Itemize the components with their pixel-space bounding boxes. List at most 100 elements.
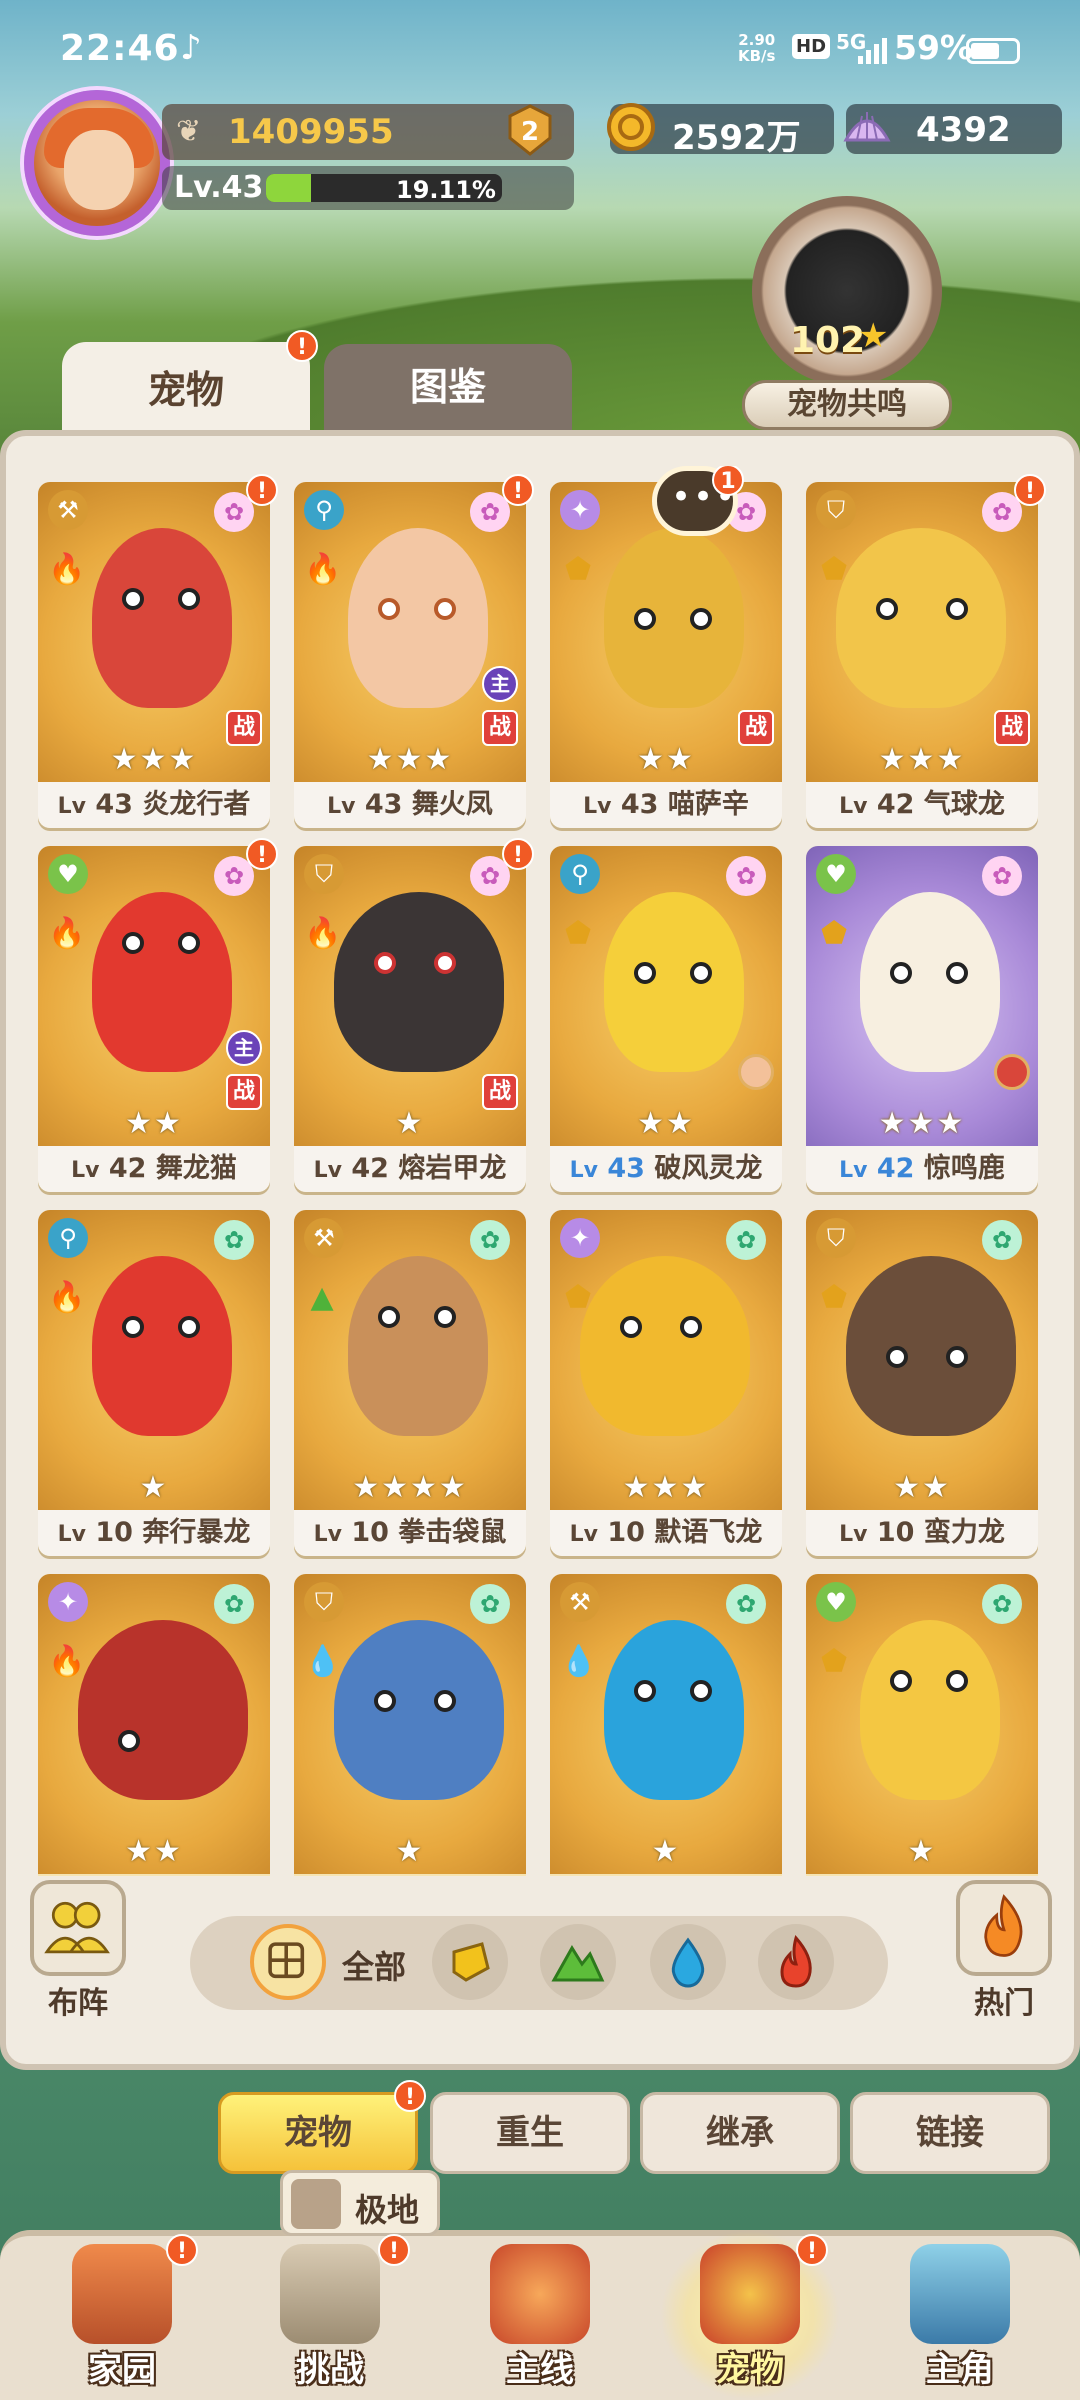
polar-tooltip[interactable]: 极地 [280,2170,440,2236]
battery-percent: 59% [894,28,973,67]
pet-level: 10 [607,1517,645,1548]
pickaxe-icon: ⚒ [304,1218,344,1258]
fire-icon: 🔥 [48,552,86,587]
shield-icon: ⛉ [816,490,856,530]
pet-card[interactable]: ⚒ ▲ ✿ ★★★★ Lv 10 拳击袋鼠 [294,1210,526,1556]
pet-card[interactable]: ✦ ⬟ ✿ 战 ★★ Lv 43 喵萨辛 [550,482,782,828]
tab-codex[interactable]: 图鉴 [324,344,572,430]
pet-card[interactable]: ⛉ 🔥 ✿! 战 ★ Lv 42 熔岩甲龙 [294,838,534,1192]
battle-tag: 战 [994,710,1030,746]
filter-all-button[interactable] [250,1924,326,2000]
pet-level: 43 [364,789,403,820]
pet-card[interactable]: ♥ 🔥 ✿! 主 战 ★★ Lv 42 舞龙猫 [38,838,278,1192]
net-speed-unit: KB/s [738,47,776,65]
main-line-icon [490,2244,590,2344]
pet-level: 43 [95,789,133,820]
nav-hero[interactable]: 主角 [890,2240,1030,2390]
player-avatar[interactable] [24,90,170,236]
lv-prefix: Lv [839,794,868,819]
pet-card[interactable]: ⚒ 💧 ✿ ★ [550,1574,782,1876]
nav-home-label: 家园 [88,2350,156,2390]
tooltip-label: 极地 [355,2191,420,2229]
gold-currency[interactable]: 2592万 [607,103,834,158]
water-icon [671,1937,705,1988]
pet-label: Lv 42 舞龙猫 [38,1146,270,1192]
battery-icon [966,38,1020,64]
lv-prefix: Lv [569,1158,598,1183]
shield-icon: ⛉ [816,1218,856,1258]
wings-icon: ❦ [176,114,202,149]
pet-name: 炎龙行者 [142,789,251,820]
pet-card[interactable]: ⛉ ⬟ ✿ ★★ Lv 10 蛮力龙 [806,1210,1038,1556]
lineup-button[interactable] [30,1880,126,1976]
pet-card[interactable]: ♥ ⬟ ✿ ★ [806,1574,1038,1876]
subtab-rebirth[interactable]: 重生 [430,2092,630,2174]
pet-resonance-button[interactable]: 102 ★ 宠物共鸣 [740,196,954,432]
subtab-inherit[interactable]: 继承 [640,2092,840,2174]
power-value: 1409955 [228,112,394,152]
nav-main-line[interactable]: 主线 [470,2240,610,2390]
heart-icon: ♥ [816,854,856,894]
star-rating: ★ [395,1106,425,1141]
player-level: Lv.43 [174,170,264,205]
pet-card[interactable]: ⚒ 🔥 ✿! 战 ★★★ Lv 43 炎龙行者 [38,474,278,828]
filter-grass-button[interactable] [540,1924,616,2000]
star-rating: ★ [139,1470,169,1505]
filter-water-button[interactable] [650,1924,726,2000]
notification-badge: ! [502,838,534,870]
pet-grid[interactable]: ⚒ 🔥 ✿! 战 ★★★ Lv 43 炎龙行者 ⚲ 🔥 ✿! 主 战 ★★★ Lv … [22,466,1062,1876]
nav-hero-label: 主角 [926,2350,994,2390]
power-display[interactable]: ❦ 1409955 2 [162,104,574,160]
earth-icon: ⬟ [564,916,592,951]
filter-bar: 布阵 全部 热门 [0,1880,1080,2030]
nav-home[interactable]: 家园 ! [52,2234,198,2390]
lv-prefix: Lv [327,794,356,819]
shell-currency[interactable]: 4392 [843,104,1062,154]
subtab-link[interactable]: 链接 [850,2092,1050,2174]
grass-icon: ▲ [310,1280,334,1315]
pet-name: 气球龙 [923,789,1005,820]
pet-level: 10 [876,1517,915,1548]
net-speed: 2.90 KB/s [738,32,775,64]
grid-icon [268,1942,305,1979]
star-rating: ★★★ [622,1470,710,1505]
star-rating: ★★★ [110,742,198,777]
nav-pets[interactable]: 宠物 ! [660,2230,840,2400]
star-icon: ★ [858,316,889,356]
notification-badge: ! [246,474,278,506]
star-rating: ★★★ [878,742,966,777]
pet-card[interactable]: ⛉ ⬟ ✿! 战 ★★★ Lv 42 气球龙 [806,474,1046,828]
filter-earth-button[interactable] [432,1924,508,2000]
tab-pets[interactable]: 宠物 [62,342,310,438]
pet-card[interactable]: ⛉ 💧 ✿ ★ [294,1574,526,1876]
paw-icon: ✿ [726,1584,766,1624]
paw-icon: ✿ [214,1220,254,1260]
notification-badge: ! [796,2234,828,2266]
paw-icon: ✿ [726,856,766,896]
tiktok-icon: ♪ [180,28,202,68]
fire-icon: 🔥 [304,916,342,951]
pet-card[interactable]: ✦ ⬟ ✿ ★★★ Lv 10 默语飞龙 [550,1210,782,1556]
gem-icon: ✦ [560,490,600,530]
fire-icon: 🔥 [304,552,342,587]
pet-card[interactable]: ✦ 🔥 ✿ ★★ [38,1574,270,1876]
pet-name: 舞龙猫 [155,1153,237,1184]
hot-button[interactable] [956,1880,1052,1976]
filter-fire-button[interactable] [758,1924,834,2000]
pet-label: Lv 43 破风灵龙 [550,1146,782,1192]
filter-all-label[interactable]: 全部 [342,1942,406,1988]
pet-label: Lv 10 蛮力龙 [806,1510,1038,1556]
star-rating: ★★ [893,1470,951,1505]
paw-icon: ✿ [982,856,1022,896]
subtab-pets[interactable]: 宠物 [218,2092,418,2174]
pet-card[interactable]: ⚲ ⬟ ✿ ★★ Lv 43 破风灵龙 [550,846,782,1192]
nav-challenge-label: 挑战 [296,2350,364,2390]
pet-card[interactable]: ♥ ⬟ ✿ ★★★ Lv 42 惊鸣鹿 [806,846,1038,1192]
hd-icon: HD [792,34,831,59]
pet-card[interactable]: ⚲ 🔥 ✿! 主 战 ★★★ Lv 43 舞火凤 [294,474,534,828]
nav-challenge[interactable]: 挑战 ! [260,2234,410,2390]
xp-bar: 19.11% [266,174,502,202]
notification-badge: ! [166,2234,198,2266]
pet-card[interactable]: ⚲ 🔥 ✿ ★ Lv 10 奔行暴龙 [38,1210,270,1556]
star-rating: ★ [651,1834,681,1869]
